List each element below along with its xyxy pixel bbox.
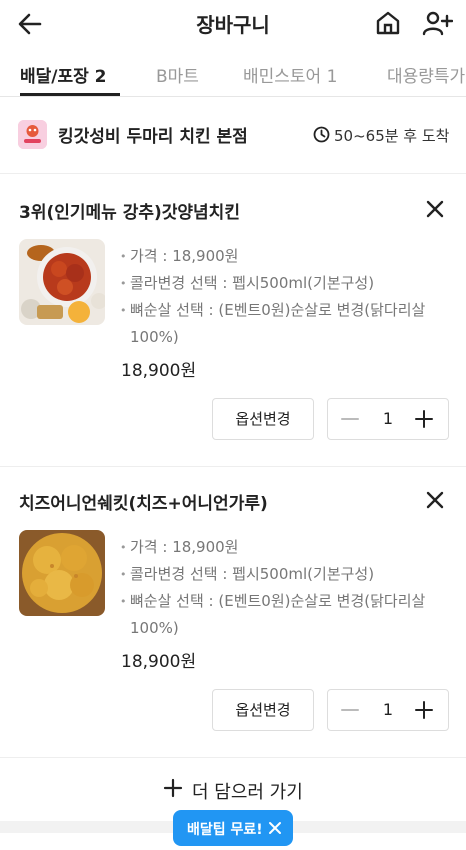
- item-name: 치즈어니언쉐킷(치즈+어니언가루): [19, 494, 268, 514]
- quantity-value: 1: [382, 700, 394, 719]
- add-more-label: 더 담으러 가기: [192, 782, 303, 803]
- minus-icon[interactable]: [340, 409, 360, 429]
- plus-icon[interactable]: [414, 409, 434, 429]
- change-option-button[interactable]: 옵션변경: [212, 689, 314, 731]
- item-photo: [19, 530, 105, 616]
- item-divider: [0, 757, 466, 758]
- item-divider: [0, 466, 466, 467]
- active-tab-indicator: [20, 93, 120, 96]
- item-price: 18,900원: [121, 361, 197, 381]
- home-icon[interactable]: [374, 9, 402, 37]
- item-price: 18,900원: [121, 652, 197, 672]
- option-cola: 콜라변경 선택 : 펩시500ml(기본구성): [120, 270, 455, 297]
- top-bar: 장바구니: [0, 0, 466, 48]
- option-boneless: 뼈순살 선택 : (E벤트0원)순살로 변경(닭다리살 100%): [120, 588, 455, 642]
- close-icon[interactable]: [268, 821, 282, 835]
- tab-bmart[interactable]: B마트: [156, 62, 199, 87]
- tab-baemin-store[interactable]: 배민스토어 1: [243, 62, 337, 87]
- add-user-icon[interactable]: [421, 9, 453, 37]
- free-delivery-toast[interactable]: 배달팁 무료!: [173, 810, 293, 846]
- plus-icon: [163, 778, 183, 798]
- item-photo: [19, 239, 105, 325]
- store-logo: [18, 120, 47, 149]
- remove-item-icon[interactable]: [424, 489, 446, 511]
- store-header[interactable]: 킹갓성비 두마리 치킨 본점 50~65분 후 도착: [0, 98, 466, 174]
- option-price: 가격 : 18,900원: [120, 534, 455, 561]
- item-options: 가격 : 18,900원 콜라변경 선택 : 펩시500ml(기본구성) 뼈순살…: [120, 534, 455, 642]
- clock-icon: [313, 126, 330, 143]
- quantity-stepper: 1: [327, 689, 449, 731]
- remove-item-icon[interactable]: [424, 198, 446, 220]
- option-cola: 콜라변경 선택 : 펩시500ml(기본구성): [120, 561, 455, 588]
- delivery-eta: 50~65분 후 도착: [334, 127, 450, 145]
- option-boneless: 뼈순살 선택 : (E벤트0원)순살로 변경(닭다리살 100%): [120, 297, 455, 351]
- minus-icon[interactable]: [340, 700, 360, 720]
- item-options: 가격 : 18,900원 콜라변경 선택 : 펩시500ml(기본구성) 뼈순살…: [120, 243, 455, 351]
- quantity-stepper: 1: [327, 398, 449, 440]
- category-tabs: 배달/포장 2 B마트 배민스토어 1 대용량특가: [0, 48, 466, 97]
- plus-icon[interactable]: [414, 700, 434, 720]
- quantity-value: 1: [382, 409, 394, 428]
- store-name: 킹갓성비 두마리 치킨 본점: [58, 127, 248, 147]
- tab-bulk-sale[interactable]: 대용량특가: [387, 62, 465, 87]
- option-price: 가격 : 18,900원: [120, 243, 455, 270]
- tab-delivery[interactable]: 배달/포장 2: [20, 62, 107, 87]
- item-name: 3위(인기메뉴 강추)갓양념치킨: [19, 203, 240, 223]
- change-option-button[interactable]: 옵션변경: [212, 398, 314, 440]
- toast-message: 배달팁 무료!: [187, 822, 263, 838]
